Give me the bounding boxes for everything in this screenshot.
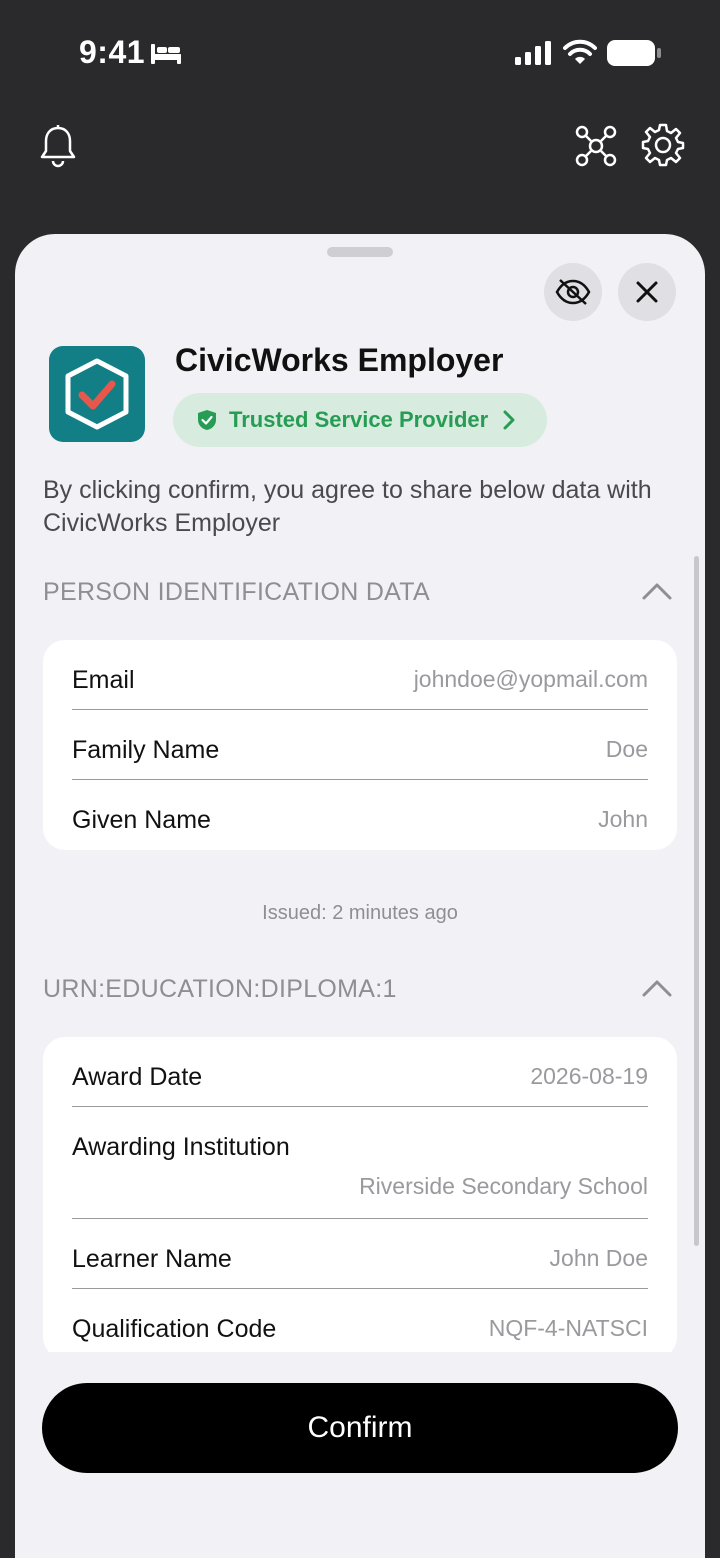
diploma-card: Award Date 2026-08-19 Awarding Instituti… — [43, 1037, 677, 1352]
data-row-learner-name: Learner Name John Doe — [72, 1219, 648, 1289]
wifi-icon — [563, 39, 597, 64]
row-label: Award Date — [72, 1063, 203, 1091]
gear-icon[interactable] — [640, 122, 686, 168]
section-header-pid[interactable]: PERSON IDENTIFICATION DATA — [43, 572, 673, 612]
row-label: Email — [72, 666, 135, 694]
data-row-email: Email johndoe@yopmail.com — [72, 640, 648, 710]
shield-check-logo-icon — [65, 358, 129, 430]
scrollbar[interactable] — [694, 556, 699, 1246]
section-header-diploma[interactable]: URN:EDUCATION:DIPLOMA:1 — [43, 969, 673, 1009]
shared-data-list[interactable]: PERSON IDENTIFICATION DATA Email johndoe… — [15, 556, 705, 1352]
data-row-qualification-code: Qualification Code NQF-4-NATSCI — [72, 1289, 648, 1352]
cellular-signal-icon — [515, 41, 551, 65]
bell-icon[interactable] — [38, 124, 78, 168]
chevron-up-icon[interactable] — [641, 580, 673, 602]
row-value: johndoe@yopmail.com — [413, 666, 648, 692]
consent-text: By clicking confirm, you agree to share … — [43, 476, 652, 537]
data-row-award-date: Award Date 2026-08-19 — [72, 1037, 648, 1107]
row-value: John — [598, 806, 648, 832]
bed-icon — [151, 44, 181, 64]
section-title: URN:EDUCATION:DIPLOMA:1 — [43, 975, 397, 1003]
row-label: Learner Name — [72, 1245, 232, 1273]
chevron-up-icon[interactable] — [641, 977, 673, 999]
shield-check-icon — [198, 410, 216, 430]
close-icon — [636, 281, 658, 303]
sheet-grabber[interactable] — [327, 247, 393, 257]
status-time: 9:41 — [79, 34, 146, 70]
row-label: Qualification Code — [72, 1315, 277, 1343]
pid-card: Email johndoe@yopmail.com Family Name Do… — [43, 640, 677, 850]
battery-icon — [607, 40, 661, 66]
row-label: Given Name — [72, 806, 211, 834]
trusted-provider-badge[interactable]: Trusted Service Provider — [173, 393, 547, 447]
data-row-family-name: Family Name Doe — [72, 710, 648, 780]
close-button[interactable] — [618, 263, 676, 321]
row-label: Awarding Institution — [72, 1133, 290, 1161]
row-value: NQF-4-NATSCI — [488, 1315, 648, 1341]
consent-sheet: CivicWorks Employer Trusted Service Prov… — [15, 234, 705, 1558]
row-value: Doe — [605, 736, 648, 762]
data-row-awarding-institution: Awarding Institution Riverside Secondary… — [72, 1107, 648, 1219]
eye-slash-icon — [555, 279, 591, 305]
chevron-right-icon — [503, 410, 515, 430]
row-label: Family Name — [72, 736, 220, 764]
data-row-given-name: Given Name John — [72, 780, 648, 850]
trusted-badge-label: Trusted Service Provider — [229, 407, 489, 432]
confirm-button[interactable]: Confirm — [42, 1383, 678, 1473]
hide-data-button[interactable] — [544, 263, 602, 321]
network-icon[interactable] — [574, 124, 618, 168]
status-bar: 9:41 — [0, 0, 720, 100]
row-value: Riverside Secondary School — [359, 1173, 648, 1199]
app-name: CivicWorks Employer — [175, 342, 504, 378]
row-value: 2026-08-19 — [530, 1063, 648, 1089]
section-title: PERSON IDENTIFICATION DATA — [43, 578, 430, 606]
app-logo — [49, 346, 145, 442]
issued-timestamp: Issued: 2 minutes ago — [262, 902, 458, 924]
top-bar — [0, 110, 720, 190]
row-value: John Doe — [549, 1245, 648, 1271]
